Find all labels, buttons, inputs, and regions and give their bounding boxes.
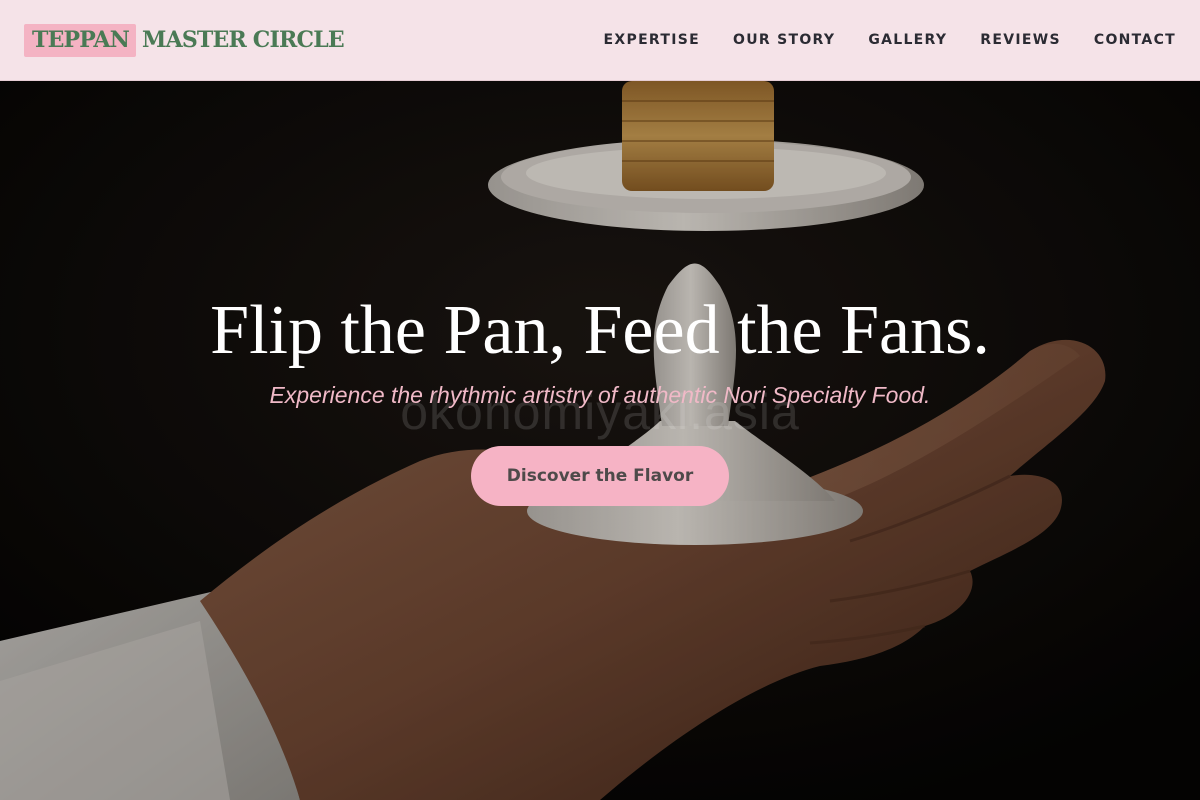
hero-section: Flip the Pan, Feed the Fans. okonomiyaki… (0, 81, 1200, 800)
site-logo[interactable]: TEPPAN MASTER CIRCLE (24, 23, 345, 57)
nav-link-gallery[interactable]: GALLERY (868, 32, 947, 48)
main-nav: EXPERTISE OUR STORY GALLERY REVIEWS CONT… (571, 32, 1176, 48)
logo-text: MASTER CIRCLE (142, 27, 345, 53)
discover-flavor-button[interactable]: Discover the Flavor (471, 446, 729, 506)
site-header: TEPPAN MASTER CIRCLE EXPERTISE OUR STORY… (0, 0, 1200, 81)
nav-link-expertise[interactable]: EXPERTISE (604, 32, 700, 48)
hero-title: Flip the Pan, Feed the Fans. (210, 292, 990, 369)
nav-link-our-story[interactable]: OUR STORY (733, 32, 835, 48)
hero-subtitle: Experience the rhythmic artistry of auth… (269, 382, 931, 408)
nav-link-reviews[interactable]: REVIEWS (980, 32, 1061, 48)
logo-highlight-text: TEPPAN (24, 23, 137, 57)
nav-link-contact[interactable]: CONTACT (1094, 32, 1176, 48)
